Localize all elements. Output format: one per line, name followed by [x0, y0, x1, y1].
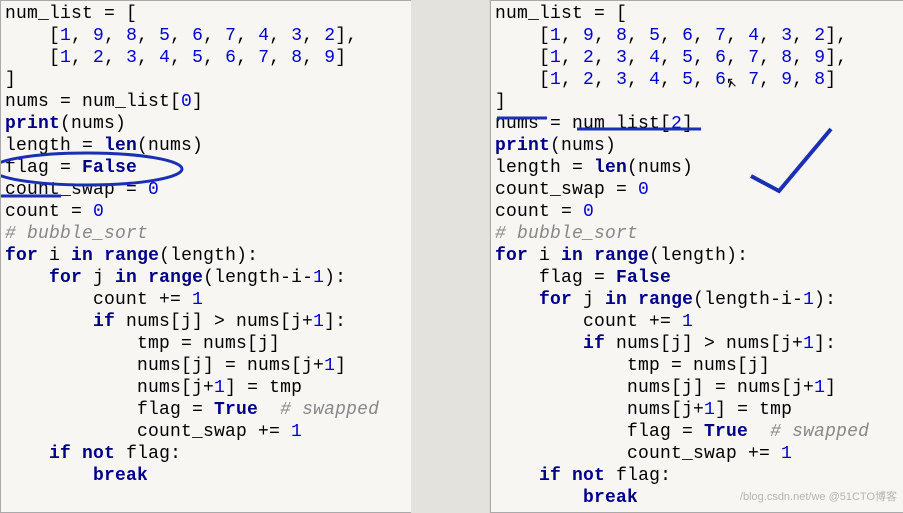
left-code-panel: num_list = [ [1, 9, 8, 5, 6, 7, 4, 3, 2]…: [0, 0, 412, 513]
watermark: /blog.csdn.net/we @51CTO博客: [740, 486, 897, 508]
right-annotation: [491, 1, 903, 513]
mouse-cursor: ↖: [726, 71, 738, 93]
right-code-panel: num_list = [ [1, 9, 8, 5, 6, 7, 4, 3, 2]…: [490, 0, 903, 513]
panel-gap: [411, 0, 489, 513]
left-annotation-ellipse: [1, 1, 411, 513]
